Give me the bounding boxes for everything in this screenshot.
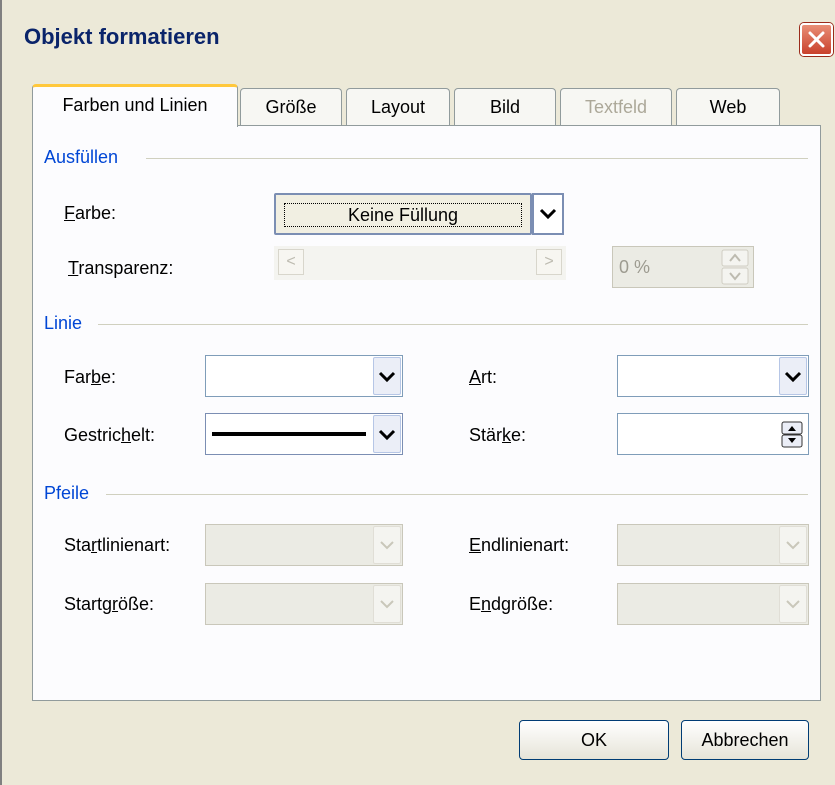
start-size-label: Startgröße: (64, 594, 155, 614)
end-size-label: Endgröße: (469, 594, 554, 614)
tab-textfeld[interactable]: Textfeld (560, 88, 672, 126)
transparency-label: Transparenz: (68, 258, 174, 278)
chevron-down-icon[interactable] (373, 526, 401, 564)
dialog-title: Objekt formatieren (24, 24, 220, 49)
end-size-combobox[interactable] (617, 583, 809, 625)
chevron-down-icon[interactable] (373, 415, 401, 453)
tab-web[interactable]: Web (676, 88, 780, 126)
chevron-down-icon[interactable] (373, 357, 401, 395)
tab-bild[interactable]: Bild (454, 88, 556, 126)
fill-color-value: Keine Füllung (284, 203, 522, 227)
tab-groesse[interactable]: Größe (240, 88, 342, 126)
format-object-dialog: Objekt formatieren Farben und Linien Grö… (0, 0, 835, 785)
dashed-combobox[interactable] (205, 413, 403, 455)
line-style-combobox[interactable] (617, 355, 809, 397)
title-bar: Objekt formatieren (2, 0, 835, 56)
fill-color-button[interactable]: Keine Füllung (274, 193, 532, 235)
transparency-slider[interactable]: < > (274, 246, 566, 280)
chevron-down-icon[interactable] (779, 585, 807, 623)
line-weight-label: Stärke: (469, 425, 527, 445)
ok-button[interactable]: OK (519, 720, 669, 760)
chevron-down-icon[interactable] (373, 585, 401, 623)
line-color-combobox[interactable] (205, 355, 403, 397)
fill-color-dropdown[interactable] (532, 193, 564, 235)
section-arrows-divider (106, 494, 808, 495)
section-arrows-title: Pfeile (44, 483, 90, 503)
spin-updown-icon[interactable] (721, 249, 751, 285)
transparency-value: 0 % (619, 257, 651, 277)
line-sample (212, 432, 366, 436)
start-style-label: Startlinienart: (64, 535, 171, 555)
section-line-title: Linie (44, 313, 83, 333)
transparency-spinbox[interactable]: 0 % (612, 246, 754, 288)
arrow-left-icon[interactable]: < (278, 249, 304, 275)
cancel-button[interactable]: Abbrechen (681, 720, 809, 760)
chevron-down-icon (539, 208, 557, 220)
section-line-divider (98, 324, 808, 325)
chevron-down-icon[interactable] (779, 526, 807, 564)
start-style-combobox[interactable] (205, 524, 403, 566)
line-color-label: Farbe: (64, 367, 117, 387)
close-button[interactable] (800, 23, 833, 56)
line-style-label: Art: (469, 367, 498, 387)
tab-layout[interactable]: Layout (346, 88, 450, 126)
close-icon (808, 31, 825, 48)
start-size-combobox[interactable] (205, 583, 403, 625)
arrow-right-icon[interactable]: > (536, 249, 562, 275)
end-style-label: Endlinienart: (469, 535, 570, 555)
section-fill-divider (146, 158, 808, 159)
chevron-down-icon[interactable] (779, 357, 807, 395)
end-style-combobox[interactable] (617, 524, 809, 566)
section-fill-title: Ausfüllen (44, 147, 119, 167)
line-weight-spinbox[interactable] (617, 413, 809, 455)
spin-updown-icon[interactable] (780, 416, 806, 452)
dashed-label: Gestrichelt: (64, 425, 156, 445)
fill-color-label: Farbe: (64, 203, 117, 223)
tab-farben-und-linien[interactable]: Farben und Linien (32, 84, 238, 127)
